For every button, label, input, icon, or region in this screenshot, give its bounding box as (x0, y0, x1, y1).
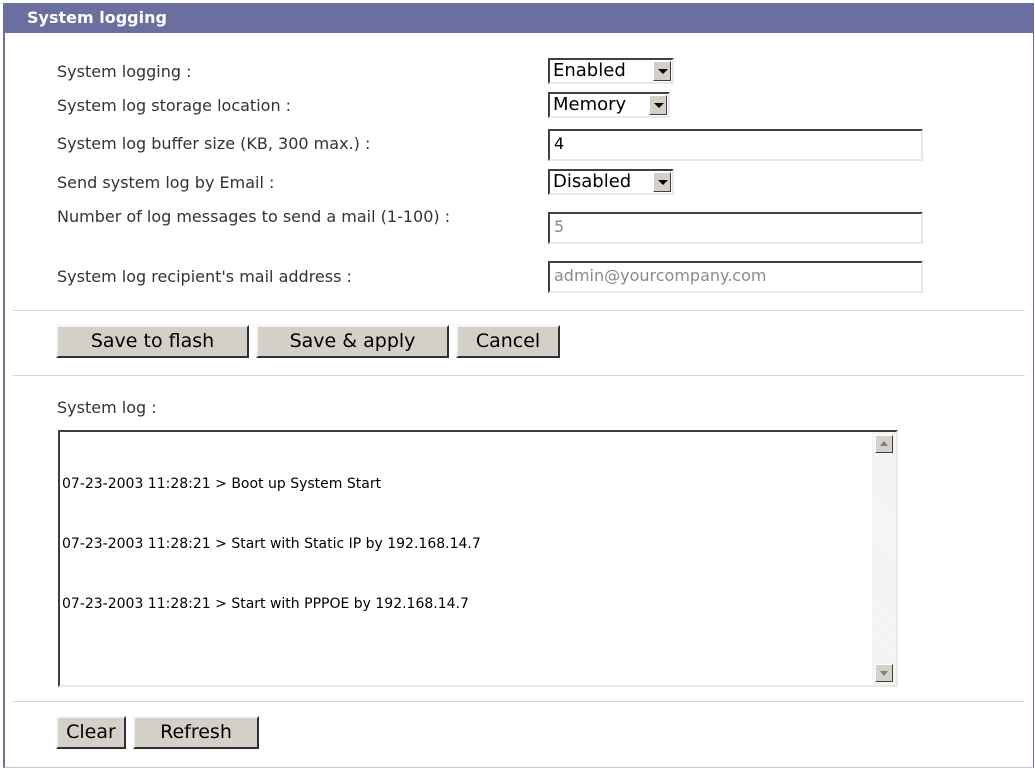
storage-location-select[interactable]: Memory (548, 92, 670, 118)
divider (13, 701, 1025, 702)
scroll-up-arrow-icon[interactable] (875, 435, 893, 453)
clear-button[interactable]: Clear (56, 716, 126, 749)
send-email-value: Disabled (553, 171, 632, 192)
recipient-label: System log recipient's mail address : (57, 267, 352, 286)
message-count-input[interactable]: 5 (548, 212, 923, 244)
cancel-button[interactable]: Cancel (456, 325, 560, 358)
log-lines: 07-23-2003 11:28:21 > Boot up System Sta… (62, 434, 870, 654)
send-email-select[interactable]: Disabled (548, 169, 674, 195)
system-logging-label: System logging : (57, 62, 192, 81)
message-count-label: Number of log messages to send a mail (1… (57, 207, 451, 226)
system-log-textarea[interactable]: 07-23-2003 11:28:21 > Boot up System Sta… (58, 430, 898, 687)
chevron-down-icon[interactable] (653, 61, 671, 81)
save-and-apply-button[interactable]: Save & apply (256, 325, 449, 358)
system-log-label: System log : (57, 398, 157, 417)
log-line: 07-23-2003 11:28:21 > Start with Static … (62, 536, 481, 552)
send-email-label: Send system log by Email : (57, 173, 275, 192)
panel-title: System logging (5, 3, 1033, 33)
system-logging-panel: System logging System logging : Enabled … (3, 3, 1034, 768)
recipient-input[interactable]: admin@yourcompany.com (548, 261, 923, 293)
system-logging-value: Enabled (553, 60, 626, 81)
buffer-size-input[interactable]: 4 (548, 129, 923, 161)
chevron-down-icon[interactable] (649, 95, 667, 115)
divider (13, 310, 1025, 311)
storage-location-label: System log storage location : (57, 96, 292, 115)
log-line: 07-23-2003 11:28:21 > Boot up System Sta… (62, 476, 382, 492)
log-scrollbar[interactable] (872, 432, 896, 685)
log-line: 07-23-2003 11:28:21 > Start with PPPOE b… (62, 596, 469, 612)
system-logging-select[interactable]: Enabled (548, 58, 674, 84)
scroll-down-arrow-icon[interactable] (875, 664, 893, 682)
chevron-down-icon[interactable] (653, 172, 671, 192)
buffer-size-label: System log buffer size (KB, 300 max.) : (57, 134, 371, 153)
storage-location-value: Memory (553, 94, 627, 115)
divider (13, 375, 1025, 376)
refresh-button[interactable]: Refresh (133, 716, 259, 749)
save-to-flash-button[interactable]: Save to flash (56, 325, 249, 358)
